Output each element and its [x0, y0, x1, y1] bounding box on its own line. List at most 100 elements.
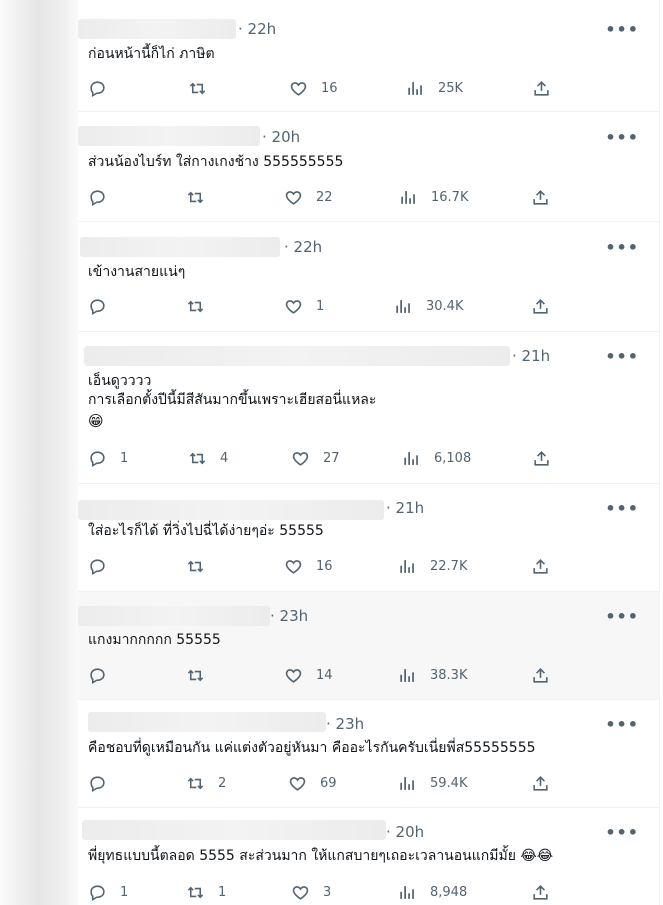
retweet-count: 2	[218, 775, 227, 791]
like-button[interactable]: 69	[288, 772, 337, 794]
retweet-button[interactable]	[186, 555, 218, 577]
like-count: 16	[321, 80, 338, 96]
reply-tweet[interactable]: · 21h ••• เอ็นดูวววว การเลือกตั้งปีนี้มี…	[78, 332, 659, 484]
tweet-timestamp[interactable]: · 23h	[326, 715, 364, 733]
tweet-timestamp[interactable]: · 20h	[262, 128, 300, 146]
tweet-timestamp[interactable]: · 23h	[270, 607, 308, 625]
share-icon	[531, 297, 550, 316]
more-icon[interactable]: •••	[605, 238, 639, 257]
retweet-button[interactable]: 4	[188, 447, 228, 469]
like-button[interactable]: 16	[289, 77, 338, 99]
more-icon[interactable]: •••	[605, 607, 639, 626]
share-button[interactable]	[531, 186, 550, 208]
retweet-button[interactable]	[186, 664, 218, 686]
like-button[interactable]: 22	[284, 186, 333, 208]
tweet-timestamp[interactable]: · 22h	[284, 238, 322, 256]
reply-button[interactable]	[88, 772, 120, 794]
reply-icon	[88, 449, 107, 468]
reply-button[interactable]	[88, 295, 120, 317]
views-button[interactable]: 59.4K	[398, 772, 467, 794]
tweet-timestamp[interactable]: · 21h	[386, 499, 424, 517]
reply-tweet[interactable]: · 22h ••• ก่อนหน้านี้ก็ไก่ ภาษิต 16 25K	[78, 0, 659, 112]
reply-icon	[88, 883, 107, 902]
views-button[interactable]: 16.7K	[399, 186, 468, 208]
reply-button[interactable]	[88, 555, 120, 577]
share-button[interactable]	[532, 447, 551, 469]
views-icon	[394, 297, 413, 316]
retweet-button[interactable]: 1	[186, 881, 226, 903]
share-button[interactable]	[531, 772, 550, 794]
retweet-button[interactable]	[188, 77, 220, 99]
reply-tweet[interactable]: · 20h ••• พี่ยุทธแบบนี้ตลอด 5555 สะส่วนม…	[78, 808, 659, 905]
more-icon[interactable]: •••	[605, 499, 639, 518]
tweet-timestamp[interactable]: · 20h	[386, 823, 424, 841]
retweet-button[interactable]: 2	[186, 772, 226, 794]
tweet-text: พี่ยุทธแบบนี้ตลอด 5555 สะส่วนมาก ให้แกสบ…	[88, 848, 554, 864]
share-icon	[532, 449, 551, 468]
blurred-username	[78, 500, 384, 520]
reply-button[interactable]: 1	[88, 447, 128, 469]
reply-button[interactable]	[88, 664, 120, 686]
reply-icon	[88, 557, 107, 576]
views-button[interactable]: 38.3K	[398, 664, 467, 686]
more-icon[interactable]: •••	[605, 128, 639, 147]
share-icon	[532, 79, 551, 98]
tweet-timestamp[interactable]: · 22h	[238, 20, 276, 38]
share-button[interactable]	[531, 295, 550, 317]
views-icon	[402, 449, 421, 468]
retweet-count: 4	[220, 450, 229, 466]
more-icon[interactable]: •••	[605, 347, 639, 366]
heart-icon	[289, 79, 308, 98]
more-icon[interactable]: •••	[605, 823, 639, 842]
retweet-icon	[188, 449, 207, 468]
blurred-username	[80, 237, 280, 257]
views-button[interactable]: 22.7K	[398, 555, 467, 577]
reply-button[interactable]	[88, 77, 120, 99]
views-button[interactable]: 30.4K	[394, 295, 463, 317]
like-count: 16	[316, 558, 333, 574]
view-count: 22.7K	[430, 558, 468, 574]
reply-tweet[interactable]: · 23h ••• คือชอบที่ดูเหมือนกัน แค่แต่งตั…	[78, 700, 659, 808]
blurred-avatar-column	[0, 0, 78, 905]
reply-count: 1	[120, 450, 129, 466]
reply-feed: · 22h ••• ก่อนหน้านี้ก็ไก่ ภาษิต 16 25K	[78, 0, 660, 905]
share-icon	[531, 666, 550, 685]
tweet-text: การเลือกตั้งปีนี้มีสีสันมากขึ้นเพราะเฮีย…	[88, 392, 377, 408]
share-button[interactable]	[531, 664, 550, 686]
action-bar: 22 16.7K	[78, 186, 659, 208]
reply-button[interactable]	[88, 186, 120, 208]
more-icon[interactable]: •••	[605, 715, 639, 734]
like-button[interactable]: 14	[284, 664, 333, 686]
view-count: 25K	[438, 80, 464, 96]
reply-tweet[interactable]: · 20h ••• ส่วนน้องไบร์ท ใส่กางเกงช้าง 55…	[78, 112, 659, 222]
reply-tweet[interactable]: · 21h ••• ใส่อะไรก็ได้ ที่วิ่งไปฉี่ได้ง่…	[78, 484, 659, 592]
reply-tweet[interactable]: · 23h ••• แกงมากกกกก 55555 14 38.3K	[78, 592, 659, 700]
tweet-text: เข้างานสายแน่ๆ	[88, 264, 186, 280]
like-button[interactable]: 27	[291, 447, 340, 469]
views-button[interactable]: 8,948	[398, 881, 467, 903]
reply-icon	[88, 79, 107, 98]
share-button[interactable]	[531, 555, 550, 577]
like-button[interactable]: 1	[284, 295, 324, 317]
blurred-username	[84, 346, 510, 366]
tweet-text: ก่อนหน้านี้ก็ไก่ ภาษิต	[88, 46, 215, 62]
tweet-timestamp[interactable]: · 21h	[512, 347, 550, 365]
views-icon	[398, 774, 417, 793]
like-button[interactable]: 16	[284, 555, 333, 577]
reply-count: 1	[120, 884, 129, 900]
views-button[interactable]: 6,108	[402, 447, 471, 469]
more-icon[interactable]: •••	[605, 20, 639, 39]
retweet-button[interactable]	[186, 186, 218, 208]
reply-icon	[88, 188, 107, 207]
views-icon	[398, 666, 417, 685]
blurred-username	[82, 820, 386, 840]
views-button[interactable]: 25K	[406, 77, 463, 99]
like-button[interactable]: 3	[291, 881, 331, 903]
reply-tweet[interactable]: · 22h ••• เข้างานสายแน่ๆ 1 30.4K	[78, 222, 659, 332]
share-button[interactable]	[531, 881, 550, 903]
tweet-text: คือชอบที่ดูเหมือนกัน แค่แต่งตัวอยู่หันมา…	[88, 740, 536, 756]
retweet-button[interactable]	[186, 295, 218, 317]
action-bar: 1 1 3 8,948	[78, 881, 659, 903]
reply-button[interactable]: 1	[88, 881, 128, 903]
share-button[interactable]	[532, 77, 551, 99]
